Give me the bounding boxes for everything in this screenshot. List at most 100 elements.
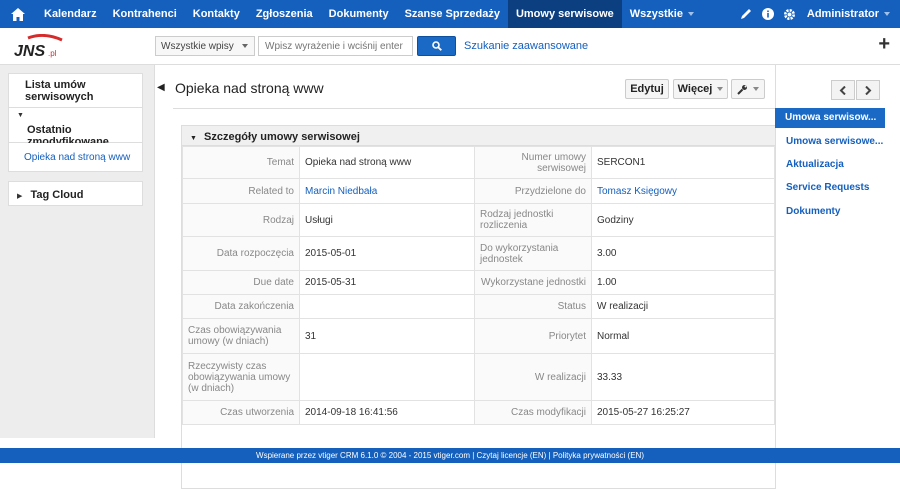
left-sidebar: Lista umów serwisowych ▼ Ostatnio zmodyf… [0,65,155,438]
nav-kontrahenci[interactable]: Kontrahenci [105,0,185,28]
field-value: 1.00 [591,270,775,295]
field-value [299,294,475,319]
recent-item[interactable]: Opieka nad stroną www [24,152,142,163]
related-panel: Umowa serwisow... Umowa serwisowe... Akt… [775,65,900,438]
user-menu[interactable]: Administrator [801,8,900,20]
nav-szanse-sprzedazy[interactable]: Szanse Sprzedaży [397,0,508,28]
table-row: Czas utworzenia 2014-09-18 16:41:56 Czas… [182,400,775,425]
block-header[interactable]: ▼ Szczegóły umowy serwisowej [182,126,775,146]
settings-dropdown-button[interactable] [731,79,765,99]
search-icon [431,41,442,51]
assigned-to-link[interactable]: Tomasz Księgowy [591,178,775,204]
top-right-tools: Administrator [735,0,900,28]
next-record-button[interactable] [856,80,880,100]
edit-button[interactable]: Edytuj [625,79,669,99]
tab-updates[interactable]: Aktualizacja [776,155,900,175]
pencil-icon[interactable] [735,0,757,28]
details-table: Temat Opieka nad stroną www Numer umowy … [182,146,775,425]
info-icon[interactable] [757,0,779,28]
field-label: Due date [182,270,300,295]
nav-kontakty[interactable]: Kontakty [185,0,248,28]
field-label: Rzeczywisty czas obowiązywania umowy (w … [182,353,300,401]
related-to-link[interactable]: Marcin Niedbała [299,178,475,204]
svg-text:.pl: .pl [48,49,57,58]
home-icon[interactable] [0,0,36,28]
service-contracts-list-link[interactable]: Lista umów serwisowych [25,79,142,103]
company-logo[interactable]: JNS .pl [10,33,70,60]
tab-summary[interactable]: Umowa serwisow... [775,108,885,128]
search-input[interactable] [258,36,413,56]
nav-wszystkie-label: Wszystkie [629,8,683,20]
recent-header[interactable]: ▼ Ostatnio zmodyfikowane [8,107,143,148]
table-row: Data zakończenia Status W realizacji [182,294,775,319]
field-label: Numer umowy serwisowej [474,146,592,179]
field-label: Czas obowiązywania umowy (w dniach) [182,318,300,354]
list-link-box[interactable]: Lista umów serwisowych [8,73,143,109]
field-value: 2015-05-01 [299,236,475,271]
field-value: SERCON1 [591,146,775,179]
nav-umowy-serwisowe[interactable]: Umowy serwisowe [507,0,622,28]
chevron-down-icon [884,12,890,17]
field-value: 2015-05-27 16:25:27 [591,400,775,425]
field-value: 3.00 [591,236,775,271]
chevron-left-icon [839,85,846,95]
chevron-right-icon [865,85,872,95]
advanced-search-link[interactable]: Szukanie zaawansowane [464,40,588,52]
svg-text:JNS: JNS [14,43,45,60]
table-row: Temat Opieka nad stroną www Numer umowy … [182,146,775,179]
chevron-down-icon [241,44,248,49]
field-label: Temat [182,146,300,179]
field-label: W realizacji [474,353,592,401]
search-scope-select[interactable]: Wszystkie wpisy [155,36,255,56]
expanded-arrow-icon: ▼ [190,135,197,142]
field-value: 31 [299,318,475,354]
tab-documents[interactable]: Dokumenty [776,202,900,222]
field-value: Usługi [299,203,475,237]
field-label: Rodzaj [182,203,300,237]
previous-record-button[interactable] [831,80,855,100]
title-divider [173,108,775,109]
top-navigation: Kalendarz Kontrahenci Kontakty Zgłoszeni… [0,0,900,28]
table-row: Due date 2015-05-31 Wykorzystane jednost… [182,270,775,295]
chevron-down-icon [687,12,694,17]
table-row: Rodzaj Usługi Rodzaj jednostki rozliczen… [182,203,775,237]
page-title: Opieka nad stroną www [175,80,324,96]
tag-cloud-header[interactable]: ▶ Tag Cloud [8,181,143,206]
block-title: Szczegóły umowy serwisowej [204,131,360,143]
field-value [299,353,475,401]
user-name: Administrator [806,8,879,20]
more-button[interactable]: Więcej [673,79,728,99]
field-label: Wykorzystane jednostki [474,270,592,295]
nav-wszystkie[interactable]: Wszystkie [622,0,702,28]
record-detail: ◀ Opieka nad stroną www Edytuj Więcej ▼ … [155,65,776,489]
chevron-down-icon [717,87,724,91]
nav-zgloszenia[interactable]: Zgłoszenia [248,0,321,28]
field-label: Czas modyfikacji [474,400,592,425]
field-value: 2015-05-31 [299,270,475,295]
tab-details[interactable]: Umowa serwisowe... [776,132,900,152]
table-row: Related to Marcin Niedbała Przydzielone … [182,178,775,204]
nav-dokumenty[interactable]: Dokumenty [321,0,397,28]
field-value: Godziny [591,203,775,237]
quick-create-plus-icon[interactable]: + [878,34,890,54]
table-row: Rzeczywisty czas obowiązywania umowy (w … [182,353,775,401]
search-scope-value: Wszystkie wpisy [161,41,234,52]
field-label: Przydzielone do [474,178,592,204]
field-label: Data rozpoczęcia [182,236,300,271]
field-value: Normal [591,318,775,354]
collapse-sidebar-icon[interactable]: ◀ [157,82,165,93]
tag-cloud-title: Tag Cloud [30,189,84,201]
wrench-icon [737,84,747,95]
search-bar: JNS .pl Wszystkie wpisy Szukanie zaawans… [0,28,900,65]
gear-icon[interactable] [779,0,801,28]
more-label: Więcej [677,83,713,95]
nav-kalendarz[interactable]: Kalendarz [36,0,105,28]
footer: Wspierane przez vtiger CRM 6.1.0 © 2004 … [0,448,900,463]
expanded-arrow-icon: ▼ [17,112,24,119]
tab-service-requests[interactable]: Service Requests [776,178,900,198]
search-button[interactable] [417,36,456,56]
field-value: W realizacji [591,294,775,319]
field-value: 2014-09-18 16:41:56 [299,400,475,425]
field-label: Data zakończenia [182,294,300,319]
table-row: Data rozpoczęcia 2015-05-01 Do wykorzyst… [182,236,775,271]
